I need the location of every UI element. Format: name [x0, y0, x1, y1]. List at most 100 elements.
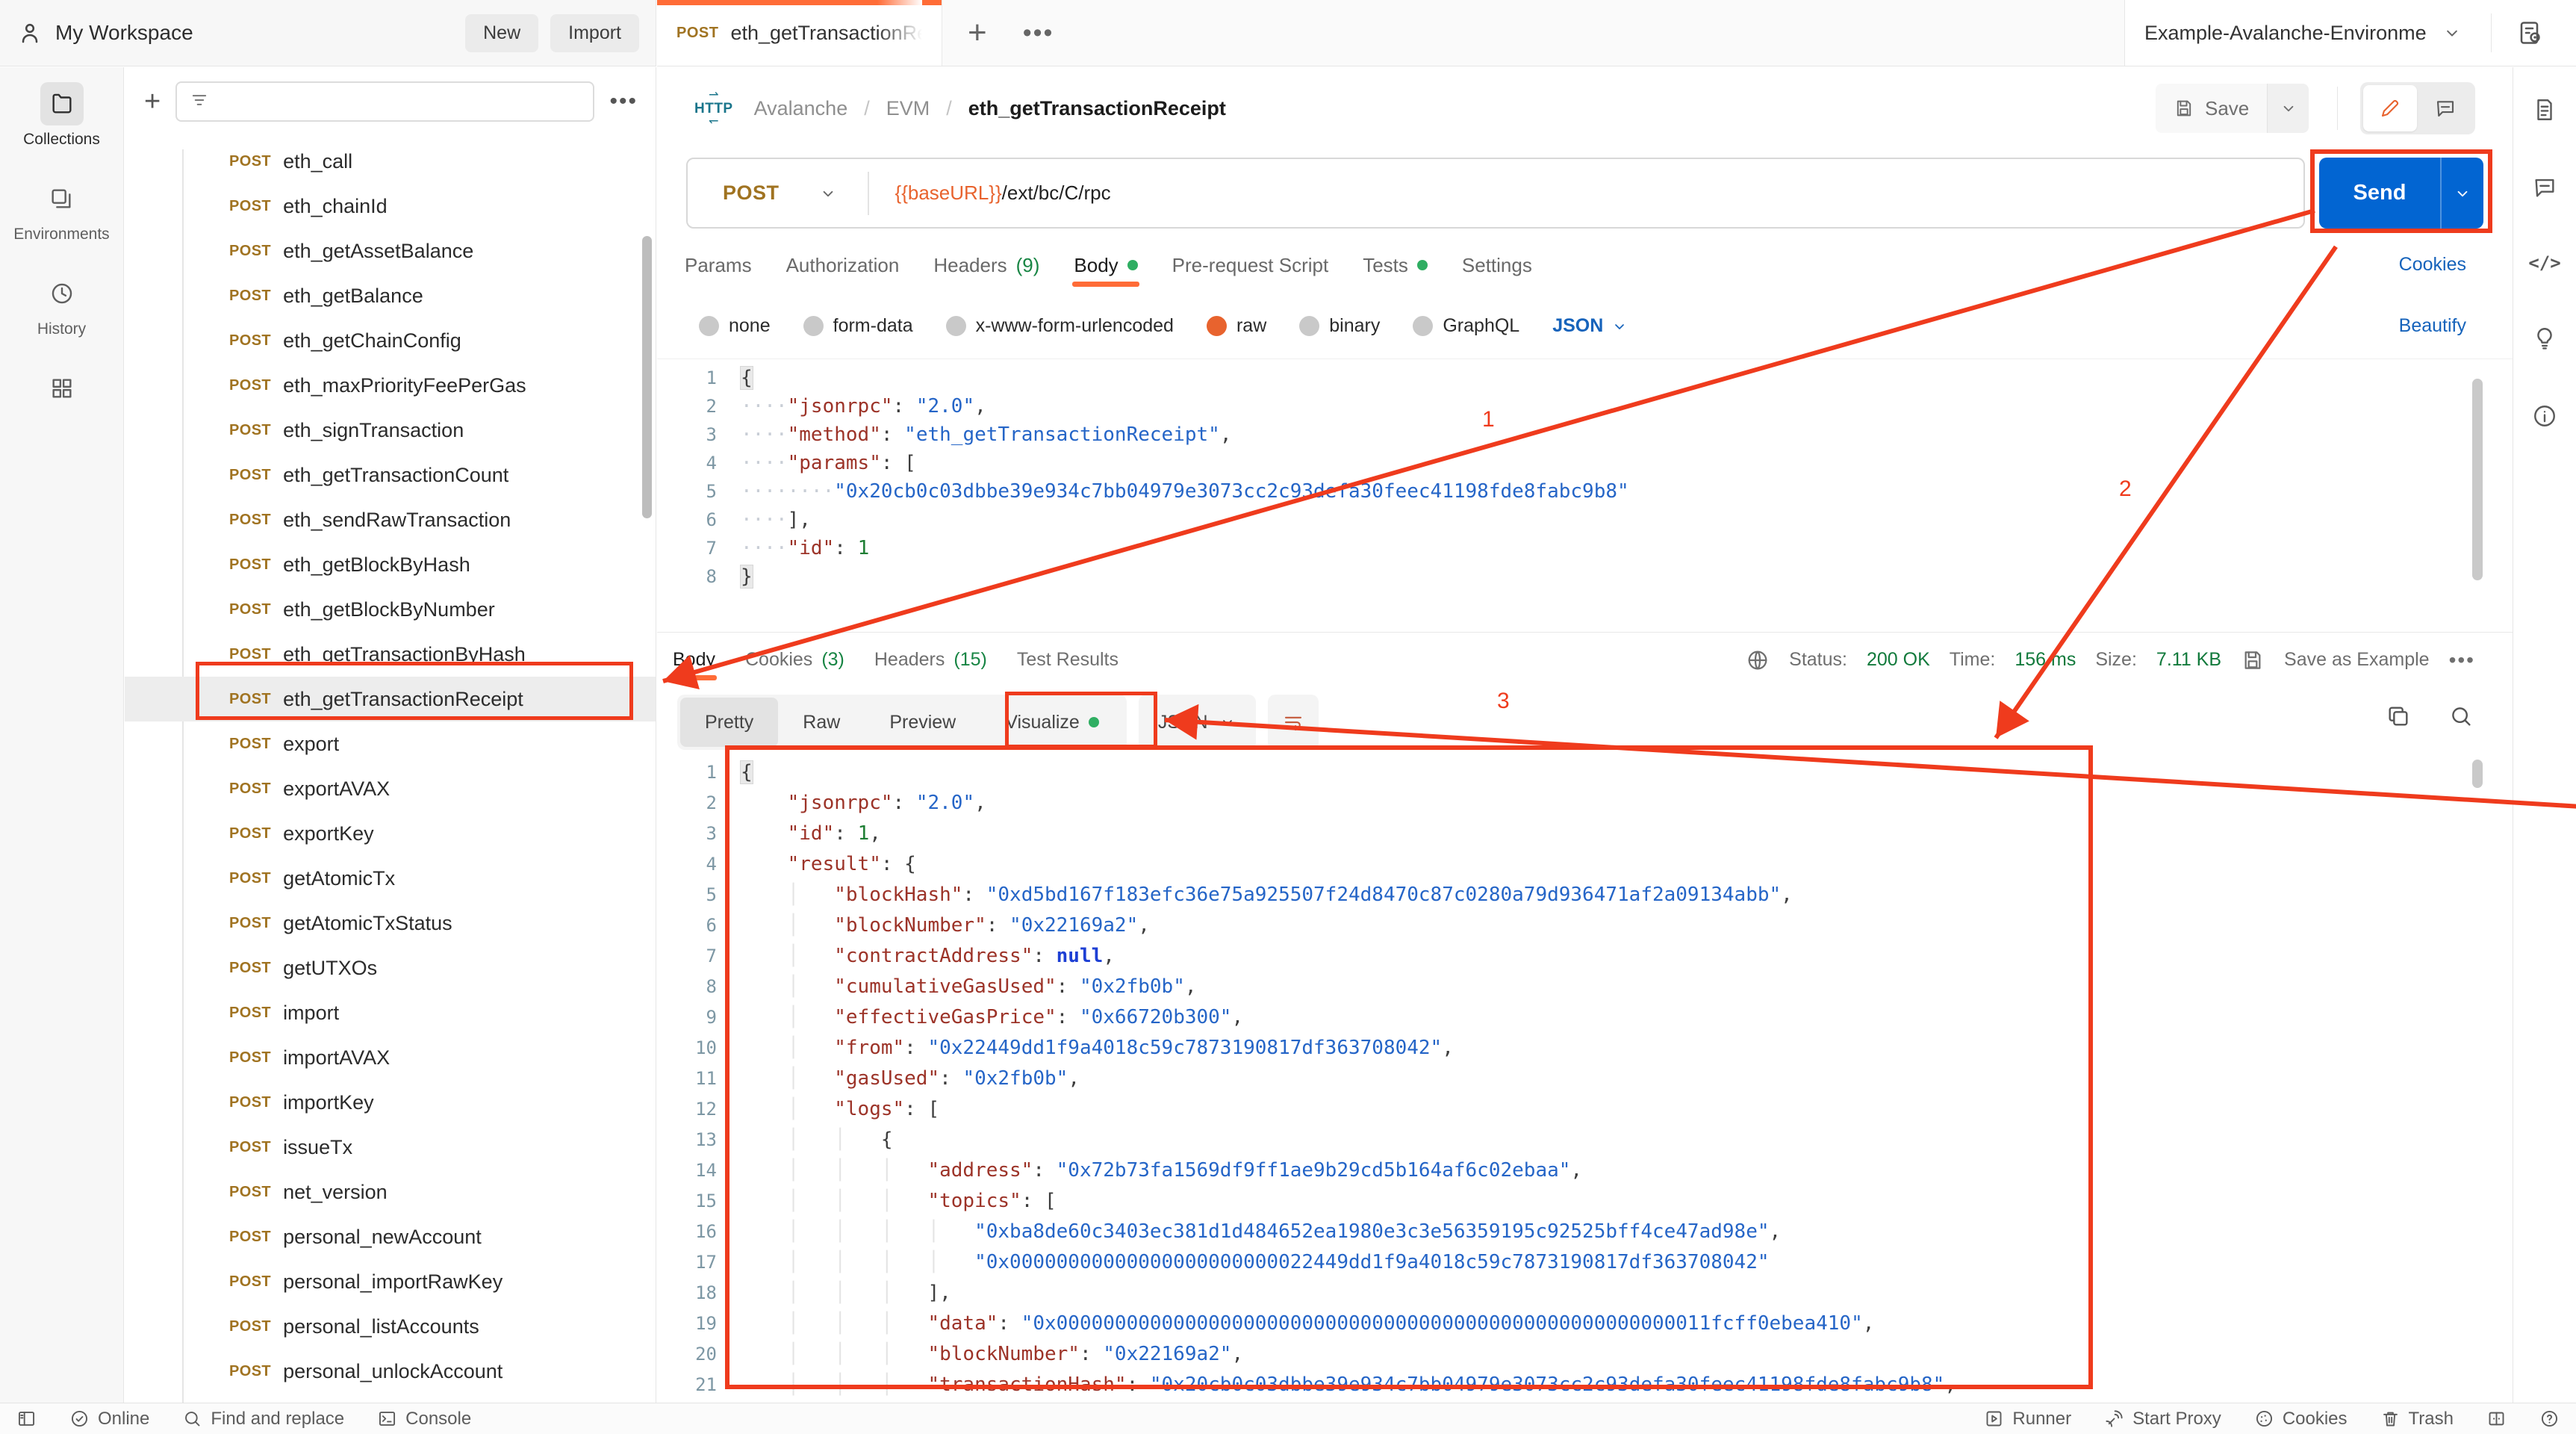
sidebar-request-eth_sendRawTransaction[interactable]: POST eth_sendRawTransaction	[125, 497, 656, 542]
sidebar-filter-box[interactable]	[175, 81, 595, 122]
comment-icon[interactable]	[2532, 175, 2557, 200]
workspace-switcher[interactable]: My Workspace	[16, 19, 193, 46]
sidebar-request-eth_signTransaction[interactable]: POST eth_signTransaction	[125, 408, 656, 453]
sidebar-request-personal_unlockAccount[interactable]: POST personal_unlockAccount	[125, 1349, 656, 1394]
request-tab-authorization[interactable]: Authorization	[786, 254, 900, 277]
response-view-raw[interactable]: Raw	[778, 698, 865, 747]
sidebar-request-importAVAX[interactable]: POST importAVAX	[125, 1035, 656, 1080]
breadcrumb-collection[interactable]: Avalanche	[754, 97, 848, 120]
request-language-dropdown[interactable]: JSON	[1552, 315, 1628, 337]
send-options-button[interactable]	[2442, 184, 2483, 203]
sidebar-request-eth_call[interactable]: POST eth_call	[125, 139, 656, 184]
comments-button[interactable]	[2418, 85, 2472, 131]
import-button[interactable]: Import	[550, 13, 639, 52]
sidebar-request-getAtomicTx[interactable]: POST getAtomicTx	[125, 856, 656, 901]
sidebar-request-getUTXOs[interactable]: POST getUTXOs	[125, 946, 656, 990]
breadcrumb-request-name[interactable]: eth_getTransactionReceipt	[968, 97, 1226, 120]
sidebar-request-eth_getBalance[interactable]: POST eth_getBalance	[125, 273, 656, 318]
sidebar-filter-input[interactable]	[219, 91, 582, 112]
request-tab-tests[interactable]: Tests	[1363, 254, 1428, 277]
sidebar-request-import[interactable]: POST import	[125, 990, 656, 1035]
sidebar-request-exportAVAX[interactable]: POST exportAVAX	[125, 766, 656, 811]
url-input[interactable]: {{baseURL}}/ext/bc/C/rpc	[895, 181, 1111, 205]
statusbar-start-proxy[interactable]: Start Proxy	[2104, 1409, 2221, 1430]
sidebar-rail-item-environments[interactable]: Environments	[13, 177, 110, 243]
save-button[interactable]: Save	[2156, 84, 2268, 133]
statusbar-find-and-replace[interactable]: Find and replace	[182, 1409, 344, 1430]
request-tab-settings[interactable]: Settings	[1462, 254, 1532, 277]
sidebar-request-eth_getTransactionReceipt[interactable]: POST eth_getTransactionReceipt	[125, 677, 656, 721]
body-mode-GraphQL[interactable]: GraphQL	[1413, 315, 1519, 337]
chevron-down-icon[interactable]	[2442, 22, 2463, 43]
response-view-pretty[interactable]: Pretty	[680, 698, 779, 747]
environment-selector[interactable]: Example-Avalanche-Environme	[2144, 22, 2427, 45]
sidebar-request-getAtomicTxStatus[interactable]: POST getAtomicTxStatus	[125, 901, 656, 946]
statusbar-console[interactable]: Console	[377, 1409, 471, 1430]
statusbar-panes-button[interactable]	[2486, 1409, 2507, 1429]
save-options-button[interactable]	[2267, 84, 2309, 133]
response-scrollbar[interactable]	[2472, 760, 2483, 788]
statusbar-online[interactable]: Online	[69, 1409, 149, 1430]
sidebar-more-icon[interactable]: •••	[609, 89, 638, 114]
tab-options-icon[interactable]: •••	[1012, 0, 1065, 66]
wrap-text-button[interactable]	[1267, 695, 1319, 750]
statusbar-trash[interactable]: Trash	[2380, 1409, 2454, 1430]
body-mode-form-data[interactable]: form-data	[803, 315, 913, 337]
sidebar-request-personal_listAccounts[interactable]: POST personal_listAccounts	[125, 1304, 656, 1349]
body-mode-raw[interactable]: raw	[1206, 315, 1266, 337]
sidebar-request-issueTx[interactable]: POST issueTx	[125, 1125, 656, 1170]
beautify-link[interactable]: Beautify	[2399, 315, 2466, 337]
statusbar-sidebar-button[interactable]	[16, 1409, 37, 1429]
response-tab-body[interactable]: Body	[671, 649, 717, 680]
sidebar-request-eth_getTransactionCount[interactable]: POST eth_getTransactionCount	[125, 453, 656, 497]
sidebar-rail-item-collections[interactable]: Collections	[23, 82, 100, 149]
sidebar-request-eth_getChainConfig[interactable]: POST eth_getChainConfig	[125, 318, 656, 363]
response-tab-test-results[interactable]: Test Results	[1017, 649, 1119, 671]
body-mode-x-www-form-urlencoded[interactable]: x-www-form-urlencoded	[945, 315, 1174, 337]
sidebar-request-eth_getBlockByHash[interactable]: POST eth_getBlockByHash	[125, 542, 656, 587]
environment-quick-look-icon[interactable]	[2517, 19, 2544, 46]
sidebar-request-eth_maxPriorityFeePerGas[interactable]: POST eth_maxPriorityFeePerGas	[125, 363, 656, 408]
sidebar-request-eth_getTransactionByHash[interactable]: POST eth_getTransactionByHash	[125, 632, 656, 677]
body-mode-binary[interactable]: binary	[1299, 315, 1380, 337]
code-snippet-icon[interactable]: </>	[2528, 252, 2560, 273]
request-editor-scrollbar[interactable]	[2472, 379, 2483, 580]
sidebar-rail-item-apps[interactable]	[40, 367, 84, 410]
statusbar-runner[interactable]: Runner	[1984, 1409, 2071, 1430]
sidebar-request-export[interactable]: POST export	[125, 721, 656, 766]
sidebar-rail-item-history[interactable]: History	[37, 272, 86, 338]
request-body-editor[interactable]: 1{2 ····"jsonrpc": "2.0", 3 ····"method": "…	[657, 358, 2513, 633]
sidebar-request-net_version[interactable]: POST net_version	[125, 1170, 656, 1214]
send-button[interactable]: Send	[2319, 158, 2483, 229]
documentation-icon[interactable]	[2532, 97, 2557, 122]
sidebar-request-eth_chainId[interactable]: POST eth_chainId	[125, 184, 656, 229]
sidebar-request-personal_importRawKey[interactable]: POST personal_importRawKey	[125, 1259, 656, 1304]
statusbar-help-button[interactable]	[2539, 1409, 2560, 1429]
lightbulb-icon[interactable]	[2532, 326, 2557, 351]
new-button[interactable]: New	[465, 13, 539, 52]
response-tab-headers[interactable]: Headers (15)	[874, 649, 987, 671]
sidebar-scrollbar[interactable]	[642, 236, 652, 518]
breadcrumb-folder[interactable]: EVM	[886, 97, 930, 120]
method-selector[interactable]: POST	[723, 181, 780, 205]
response-more-icon[interactable]: •••	[2449, 648, 2475, 672]
sidebar-request-importKey[interactable]: POST importKey	[125, 1080, 656, 1125]
edit-mode-button[interactable]	[2363, 85, 2417, 131]
response-body-viewer[interactable]: 1{2 "jsonrpc": "2.0", 3 "id": 1, 4 "result…	[657, 752, 2513, 1403]
sidebar-request-eth_getBlockByNumber[interactable]: POST eth_getBlockByNumber	[125, 587, 656, 632]
response-view-visualize[interactable]: Visualize	[980, 698, 1124, 747]
chevron-down-icon[interactable]	[818, 184, 838, 203]
statusbar-cookies[interactable]: Cookies	[2254, 1409, 2348, 1430]
sidebar-request-eth_getAssetBalance[interactable]: POST eth_getAssetBalance	[125, 229, 656, 273]
request-tab-headers[interactable]: Headers (9)	[933, 254, 1039, 277]
response-tab-cookies[interactable]: Cookies (3)	[745, 649, 844, 671]
sidebar-request-personal_newAccount[interactable]: POST personal_newAccount	[125, 1214, 656, 1259]
copy-icon[interactable]	[2386, 704, 2411, 729]
cookies-link[interactable]: Cookies	[2399, 254, 2466, 276]
request-tab-body[interactable]: Body	[1072, 254, 1139, 287]
response-language-dropdown[interactable]: JSON	[1138, 695, 1256, 750]
request-tab-params[interactable]: Params	[685, 254, 752, 277]
search-icon[interactable]	[2448, 704, 2474, 729]
info-icon[interactable]	[2532, 403, 2557, 429]
request-tab-pre-request-script[interactable]: Pre-request Script	[1172, 254, 1329, 277]
